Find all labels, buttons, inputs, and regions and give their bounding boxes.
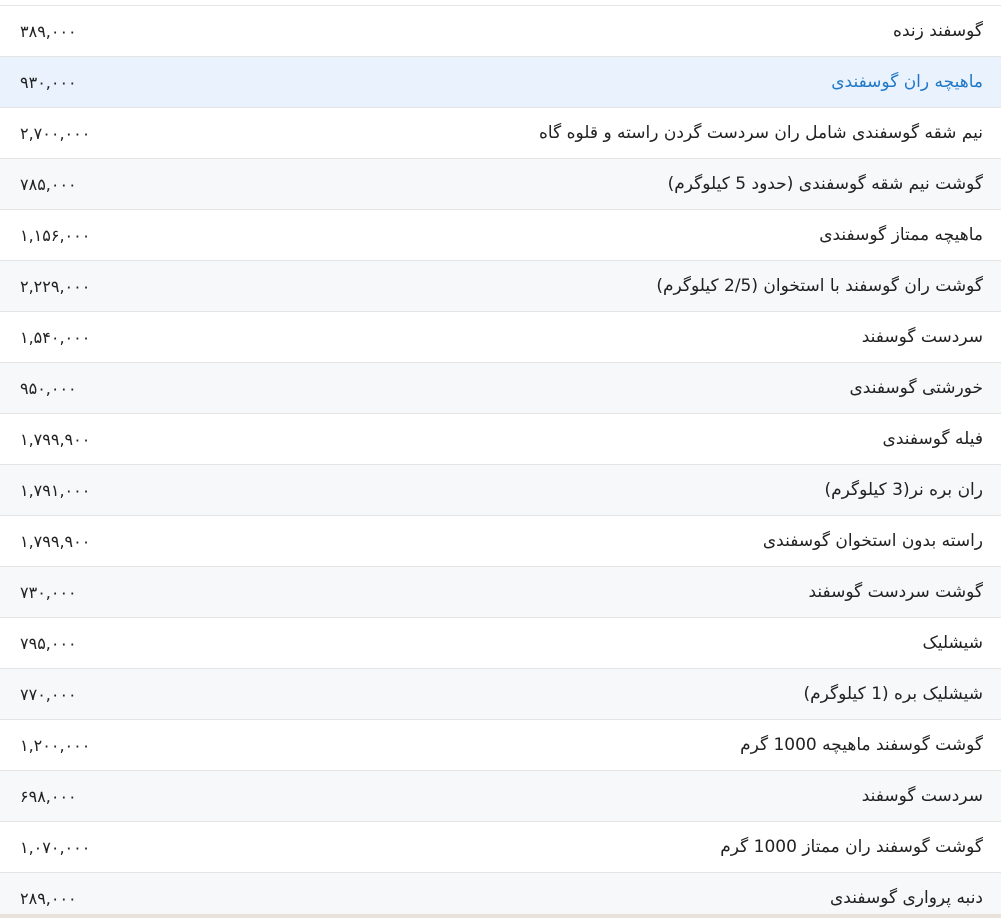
product-name-cell[interactable]: سردست گوسفند xyxy=(862,786,983,806)
price-cell: ۱,۱۵۶,۰۰۰ xyxy=(20,225,91,245)
table-row[interactable]: ۱,۷۹۹,۹۰۰ فیله گوسفندی xyxy=(0,414,1001,465)
product-name-cell[interactable]: شیشلیک بره (1 کیلوگرم) xyxy=(804,684,983,704)
price-cell: ۱,۷۹۱,۰۰۰ xyxy=(20,480,91,500)
price-cell: ۱,۵۴۰,۰۰۰ xyxy=(20,327,91,347)
product-name-cell[interactable]: شیشلیک xyxy=(922,633,983,653)
table-row[interactable]: ۱,۵۴۰,۰۰۰ سردست گوسفند xyxy=(0,312,1001,363)
table-row[interactable]: ۲,۲۲۹,۰۰۰ گوشت ران گوسفند با استخوان (2/… xyxy=(0,261,1001,312)
table-row[interactable]: ۱,۱۵۶,۰۰۰ ماهیچه ممتاز گوسفندی xyxy=(0,210,1001,261)
product-name-cell[interactable]: خورشتی گوسفندی xyxy=(849,378,983,398)
table-row[interactable]: ۱,۲۰۰,۰۰۰ گوشت گوسفند ماهیچه 1000 گرم xyxy=(0,720,1001,771)
table-row[interactable]: ۲,۷۰۰,۰۰۰ نیم شقه گوسفندی شامل ران سردست… xyxy=(0,108,1001,159)
price-cell: ۷۳۰,۰۰۰ xyxy=(20,582,77,602)
price-cell: ۱,۲۰۰,۰۰۰ xyxy=(20,735,91,755)
price-cell: ۷۹۵,۰۰۰ xyxy=(20,633,77,653)
table-row[interactable]: ۹۵۰,۰۰۰ خورشتی گوسفندی xyxy=(0,363,1001,414)
table-row[interactable]: ۳۸۹,۰۰۰ گوسفند زنده xyxy=(0,6,1001,57)
table-bottom-edge xyxy=(0,914,1001,918)
price-table: ۳۸۹,۰۰۰ گوسفند زنده ۹۳۰,۰۰۰ ماهیچه ران گ… xyxy=(0,6,1001,918)
price-cell: ۹۵۰,۰۰۰ xyxy=(20,378,77,398)
price-cell: ۶۹۸,۰۰۰ xyxy=(20,786,77,806)
product-name-cell[interactable]: دنبه پرواری گوسفندی xyxy=(830,888,983,908)
price-cell: ۹۳۰,۰۰۰ xyxy=(20,72,77,92)
product-name-link[interactable]: ماهیچه ران گوسفندی xyxy=(831,72,983,92)
product-name-cell[interactable]: گوشت سردست گوسفند xyxy=(808,582,983,602)
price-cell: ۱,۷۹۹,۹۰۰ xyxy=(20,531,91,551)
product-name-cell[interactable]: ماهیچه ممتاز گوسفندی xyxy=(819,225,983,245)
product-name-cell[interactable]: گوشت نیم شقه گوسفندی (حدود 5 کیلوگرم) xyxy=(668,174,983,194)
table-row[interactable]: ۷۳۰,۰۰۰ گوشت سردست گوسفند xyxy=(0,567,1001,618)
price-cell: ۳۸۹,۰۰۰ xyxy=(20,21,77,41)
product-name-cell[interactable]: گوشت گوسفند ماهیچه 1000 گرم xyxy=(740,735,983,755)
product-name-cell[interactable]: راسته بدون استخوان گوسفندی xyxy=(763,531,983,551)
product-name-cell[interactable]: فیله گوسفندی xyxy=(883,429,983,449)
product-name-cell[interactable]: گوسفند زنده xyxy=(893,21,983,41)
product-name-cell[interactable]: ران بره نر(3 کیلوگرم) xyxy=(825,480,984,500)
table-row-active[interactable]: ۹۳۰,۰۰۰ ماهیچه ران گوسفندی xyxy=(0,57,1001,108)
product-name-cell[interactable]: گوشت گوسفند ران ممتاز 1000 گرم xyxy=(720,837,983,857)
table-row[interactable]: ۷۸۵,۰۰۰ گوشت نیم شقه گوسفندی (حدود 5 کیل… xyxy=(0,159,1001,210)
price-cell: ۷۷۰,۰۰۰ xyxy=(20,684,77,704)
price-cell: ۲,۲۲۹,۰۰۰ xyxy=(20,276,91,296)
table-row[interactable]: ۱,۷۹۱,۰۰۰ ران بره نر(3 کیلوگرم) xyxy=(0,465,1001,516)
product-name-cell[interactable]: سردست گوسفند xyxy=(862,327,983,347)
price-table-container: ۳۸۹,۰۰۰ گوسفند زنده ۹۳۰,۰۰۰ ماهیچه ران گ… xyxy=(0,0,1001,918)
product-name-cell[interactable]: گوشت ران گوسفند با استخوان (2/5 کیلوگرم) xyxy=(656,276,983,296)
product-name-cell[interactable]: نیم شقه گوسفندی شامل ران سردست گردن راست… xyxy=(539,123,983,143)
table-row[interactable]: ۱,۰۷۰,۰۰۰ گوشت گوسفند ران ممتاز 1000 گرم xyxy=(0,822,1001,873)
table-row[interactable]: ۶۹۸,۰۰۰ سردست گوسفند xyxy=(0,771,1001,822)
price-cell: ۷۸۵,۰۰۰ xyxy=(20,174,77,194)
price-cell: ۱,۰۷۰,۰۰۰ xyxy=(20,837,91,857)
table-row[interactable]: ۷۷۰,۰۰۰ شیشلیک بره (1 کیلوگرم) xyxy=(0,669,1001,720)
table-row[interactable]: ۱,۷۹۹,۹۰۰ راسته بدون استخوان گوسفندی xyxy=(0,516,1001,567)
price-cell: ۲,۷۰۰,۰۰۰ xyxy=(20,123,91,143)
price-cell: ۱,۷۹۹,۹۰۰ xyxy=(20,429,91,449)
price-cell: ۲۸۹,۰۰۰ xyxy=(20,888,77,908)
table-row[interactable]: ۷۹۵,۰۰۰ شیشلیک xyxy=(0,618,1001,669)
table-row[interactable]: ۲۸۹,۰۰۰ دنبه پرواری گوسفندی xyxy=(0,873,1001,918)
